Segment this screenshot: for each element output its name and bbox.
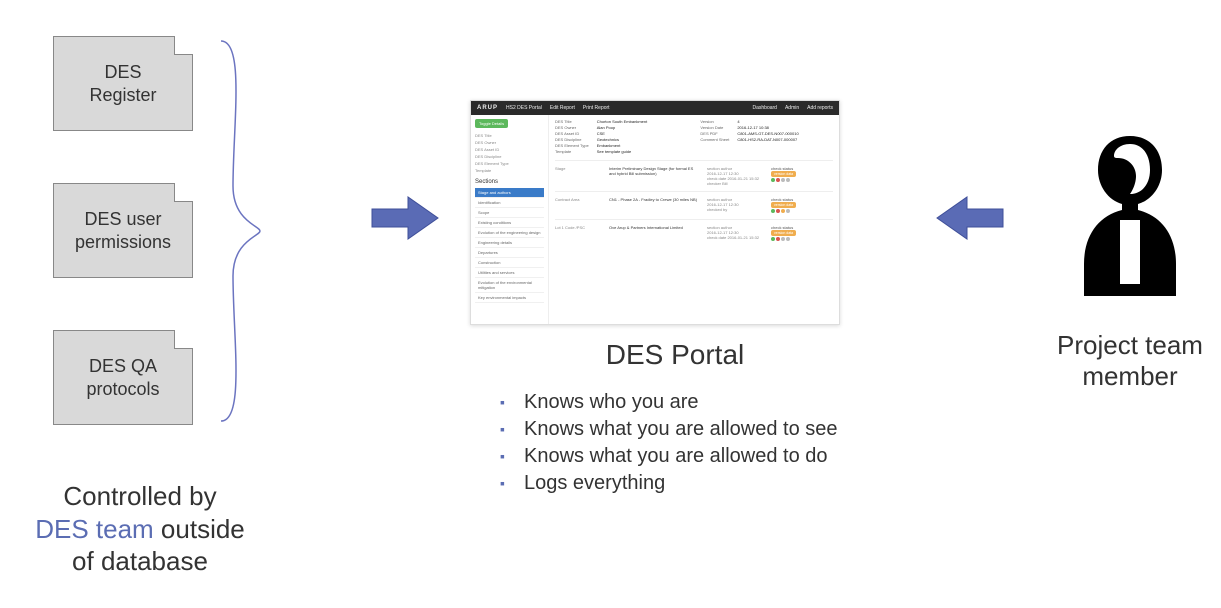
arrow-right-icon	[370, 195, 440, 241]
sidebar-item: Evolution of the engineering design	[475, 228, 544, 238]
portal-main: DES TitleChorton South Embankment Versio…	[549, 115, 839, 324]
nav-print: Print Report	[583, 105, 610, 111]
des-register-box: DES Register	[53, 36, 193, 131]
sections-heading: Sections	[475, 179, 544, 185]
center-column: ARUP HS2 DES Portal Edit Report Print Re…	[470, 100, 880, 497]
portal-app-name: HS2 DES Portal	[506, 105, 542, 111]
bullet-item: Knows what you are allowed to do	[500, 443, 880, 470]
nav-dashboard: Dashboard	[752, 105, 776, 111]
status-dots	[771, 178, 833, 183]
des-permissions-label: DES user permissions	[75, 208, 171, 253]
table-row: Lot 1 Code /PSC Ove Arup & Partners Inte…	[555, 219, 833, 247]
portal-header: ARUP HS2 DES Portal Edit Report Print Re…	[471, 101, 839, 115]
des-permissions-box: DES user permissions	[53, 183, 193, 278]
sidebar-item: Construction	[475, 258, 544, 268]
sidebar-item: Utilities and services	[475, 268, 544, 278]
sidebar-item: Departures	[475, 248, 544, 258]
nav-admin: Admin	[785, 105, 799, 111]
toggle-details-button: Toggle Details	[475, 119, 508, 128]
portal-brand: ARUP	[477, 105, 498, 111]
sidebar-item: Identification	[475, 198, 544, 208]
nav-edit: Edit Report	[550, 105, 575, 111]
sidebar-item: Engineering details	[475, 238, 544, 248]
curly-brace	[215, 36, 265, 426]
person-icon	[1070, 128, 1190, 313]
portal-screenshot: ARUP HS2 DES Portal Edit Report Print Re…	[470, 100, 840, 325]
des-qa-label: DES QA protocols	[86, 355, 159, 400]
des-register-label: DES Register	[89, 61, 156, 106]
sidebar-item: Scope	[475, 208, 544, 218]
sidebar-item: Evolution of the environmental mitigatio…	[475, 278, 544, 293]
bullet-item: Knows what you are allowed to see	[500, 416, 880, 443]
sidebar-item: Stage and authors	[475, 188, 544, 198]
status-dots	[771, 209, 833, 214]
portal-bullets: Knows who you are Knows what you are all…	[500, 389, 880, 497]
nav-add: Add reports	[807, 105, 833, 111]
des-qa-box: DES QA protocols	[53, 330, 193, 425]
table-row: Stage Interim Preliminary Design Stage (…	[555, 160, 833, 191]
sidebar-item: Key environmental impacts	[475, 293, 544, 303]
portal-sidebar: Toggle Details DES Title DES Owner DES A…	[471, 115, 549, 324]
left-caption: Controlled by DES team outside of databa…	[25, 480, 255, 578]
status-dots	[771, 237, 833, 242]
arrow-left-icon	[935, 195, 1005, 241]
portal-title: DES Portal	[470, 339, 880, 371]
sidebar-item: Existing conditions	[475, 218, 544, 228]
bullet-item: Knows who you are	[500, 389, 880, 416]
person-label: Project team member	[1030, 330, 1221, 392]
bullet-item: Logs everything	[500, 470, 880, 497]
table-row: Contract Area CN1 - Phase 2A - Fradley t…	[555, 191, 833, 219]
